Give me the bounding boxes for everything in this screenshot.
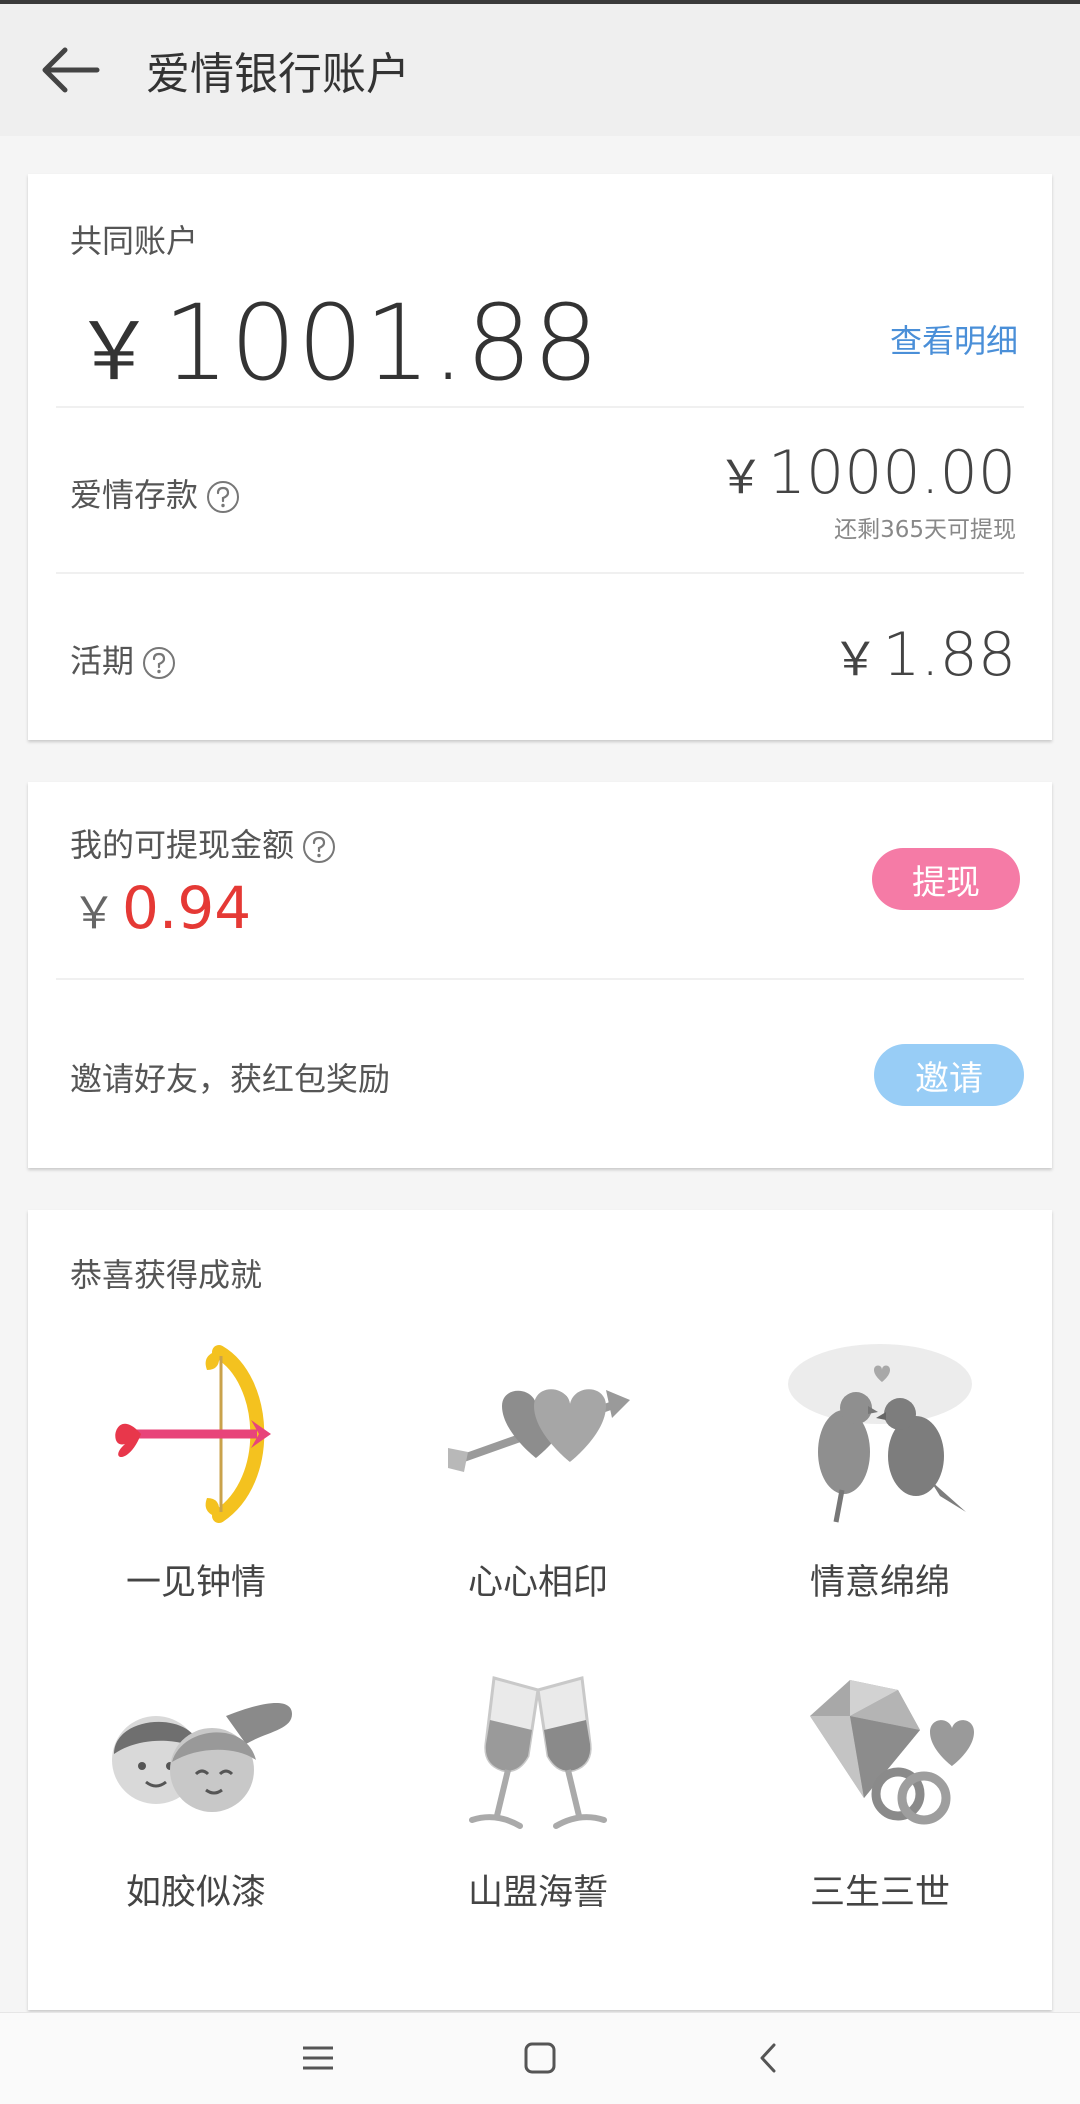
current-value: 1.88: [882, 620, 1016, 690]
back-nav-button[interactable]: [738, 2033, 798, 2083]
joint-account-label: 共同账户: [70, 222, 199, 260]
deposit-value: 1000.00: [767, 438, 1016, 508]
help-icon[interactable]: [142, 646, 176, 680]
system-nav-bar: [0, 2012, 1080, 2104]
joint-account-card: 共同账户 ￥1001.88 查看明细 爱情存款 ￥1000.00 还剩365天可…: [28, 174, 1052, 740]
divider: [56, 406, 1024, 408]
joint-account-total: ￥1001.88: [74, 282, 600, 404]
achievement-name: 一见钟情: [125, 1563, 266, 1603]
page-title: 爱情银行账户: [146, 49, 410, 100]
total-amount: 1001.88: [163, 282, 601, 404]
help-icon[interactable]: [302, 830, 336, 864]
current-row-label: 活期: [70, 636, 176, 682]
achievement-name: 心心相印: [467, 1563, 608, 1603]
achievement-name: 如胶似漆: [125, 1873, 266, 1913]
invite-text: 邀请好友，获红包奖励: [70, 1060, 391, 1098]
view-details-link[interactable]: 查看明细: [890, 316, 1018, 362]
achievement-name: 三生三世: [809, 1873, 950, 1913]
deposit-label: 爱情存款: [70, 476, 199, 514]
champagne-glasses-icon: [469, 1676, 607, 1829]
chevron-left-icon: [760, 2043, 776, 2073]
diamond-rings-icon: [810, 1680, 974, 1825]
achievement-item[interactable]: 如胶似漆: [26, 1670, 366, 1915]
square-home-icon: [524, 2042, 556, 2074]
menu-button[interactable]: [288, 2033, 348, 2083]
current-amount: ￥1.88: [832, 620, 1016, 690]
deposit-note: 还剩365天可提现: [834, 517, 1016, 543]
achievement-item[interactable]: 心心相印: [368, 1340, 708, 1605]
achievement-item[interactable]: 情意绵绵: [710, 1340, 1050, 1605]
invite-button[interactable]: 邀请: [874, 1044, 1024, 1106]
withdraw-row-label: 我的可提现金额: [70, 820, 336, 866]
achievements-title: 恭喜获得成就: [70, 1256, 263, 1294]
couple-faces-icon: [112, 1702, 292, 1812]
withdraw-button[interactable]: 提现: [872, 848, 1020, 910]
currency-symbol: ￥: [717, 450, 764, 504]
lovebirds-icon: [788, 1344, 972, 1523]
achievement-name: 情意绵绵: [809, 1563, 950, 1603]
withdraw-card: 我的可提现金额 ￥ 0.94 提现 邀请好友，获红包奖励 邀请: [28, 782, 1052, 1168]
achievements-card: 恭喜获得成就 一见钟情 心心相印 情意绵绵 如胶似漆 山盟海誓 三生三世: [28, 1210, 1052, 2010]
menu-icon: [303, 2046, 333, 2070]
deposit-amount: ￥1000.00: [718, 438, 1016, 508]
hearts-arrow-icon: [448, 1389, 630, 1472]
withdrawable-value: 0.94: [122, 874, 252, 942]
back-button[interactable]: [0, 4, 140, 136]
currency-symbol: ￥: [832, 632, 879, 686]
home-button[interactable]: [510, 2033, 570, 2083]
achievement-name: 山盟海誓: [467, 1873, 608, 1913]
currency-symbol: ￥: [74, 305, 155, 398]
help-icon[interactable]: [206, 480, 240, 514]
app-bar: 爱情银行账户: [0, 4, 1080, 136]
arrow-left-icon: [42, 47, 100, 93]
current-label: 活期: [70, 642, 135, 680]
withdrawable-amount: ￥ 0.94: [72, 874, 251, 942]
currency-symbol: ￥: [72, 888, 116, 939]
achievement-item[interactable]: 三生三世: [710, 1670, 1050, 1915]
deposit-row-label: 爱情存款: [70, 470, 240, 516]
withdraw-label: 我的可提现金额: [70, 826, 295, 864]
achievement-item[interactable]: 山盟海誓: [368, 1670, 708, 1915]
achievement-item[interactable]: 一见钟情: [26, 1340, 366, 1605]
divider: [56, 572, 1024, 574]
cupid-bow-icon: [115, 1341, 271, 1527]
divider: [56, 978, 1024, 980]
